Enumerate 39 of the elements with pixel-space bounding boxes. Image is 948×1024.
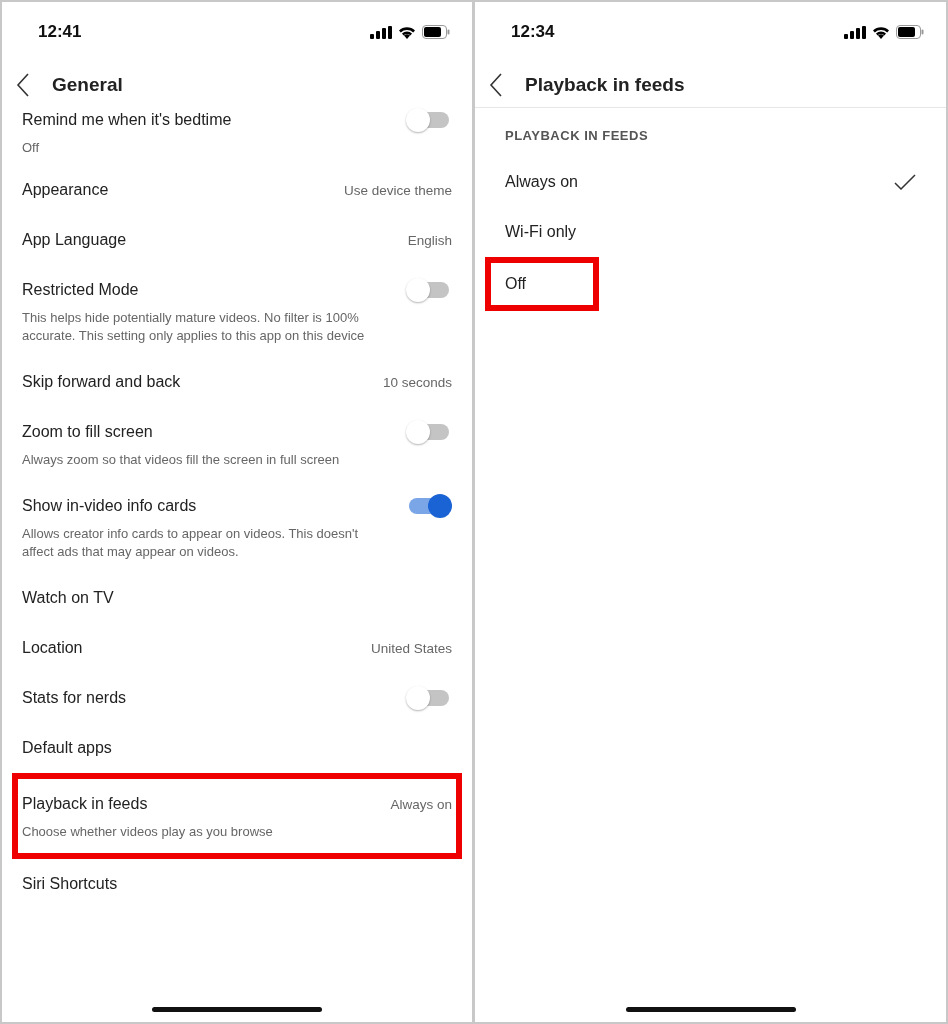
setting-value: Use device theme — [343, 182, 452, 198]
battery-icon — [422, 25, 450, 39]
setting-description: This helps hide potentially mature videos. No filter is 100% accurate. This setting only applies to this app on this device — [22, 309, 366, 345]
setting-description: Always zoom so that videos fill the screen in full screen — [22, 451, 341, 469]
setting-title[interactable]: App Language — [22, 231, 127, 249]
setting-title[interactable]: Watch on TV — [22, 589, 114, 607]
signal-icon — [844, 25, 866, 39]
setting-title[interactable]: Appearance — [22, 181, 109, 199]
setting-title[interactable]: Location — [22, 639, 83, 657]
setting-description: Choose whether videos play as you browse — [22, 823, 274, 841]
setting-value: Always on — [390, 796, 452, 812]
setting-title[interactable]: Remind me when it's bedtime — [22, 111, 232, 129]
setting-title[interactable]: Stats for nerds — [22, 689, 127, 707]
setting-title[interactable]: Restricted Mode — [22, 281, 139, 299]
back-icon[interactable] — [16, 72, 30, 97]
setting-title[interactable]: Playback in feeds — [22, 795, 148, 813]
option-label[interactable]: Always on — [505, 173, 578, 191]
screen-title: Playback in feeds — [525, 73, 685, 96]
setting-title[interactable]: Default apps — [22, 739, 112, 757]
signal-icon — [370, 25, 392, 39]
setting-value: English — [407, 232, 452, 248]
setting-description: Allows creator info cards to appear on videos. This doesn't affect ads that may appear on videos. — [22, 525, 360, 561]
option-label[interactable]: Wi-Fi only — [505, 223, 577, 241]
setting-title[interactable]: Show in-video info cards — [22, 497, 197, 515]
setting-value: United States — [370, 640, 452, 656]
wifi-icon — [872, 25, 890, 39]
status-time: 12:34 — [511, 22, 555, 42]
setting-value: 10 seconds — [382, 374, 452, 390]
setting-title[interactable]: Skip forward and back — [22, 373, 181, 391]
battery-icon — [896, 25, 924, 39]
back-icon[interactable] — [489, 72, 503, 97]
option-label[interactable]: Off — [505, 275, 527, 293]
setting-title[interactable]: Siri Shortcuts — [22, 875, 118, 893]
setting-title[interactable]: Zoom to fill screen — [22, 423, 153, 441]
setting-description: Off — [22, 139, 41, 157]
status-time: 12:41 — [38, 22, 82, 42]
wifi-icon — [398, 25, 416, 39]
section-title: PLAYBACK IN FEEDS — [504, 127, 650, 145]
screen-title: General — [52, 73, 123, 96]
